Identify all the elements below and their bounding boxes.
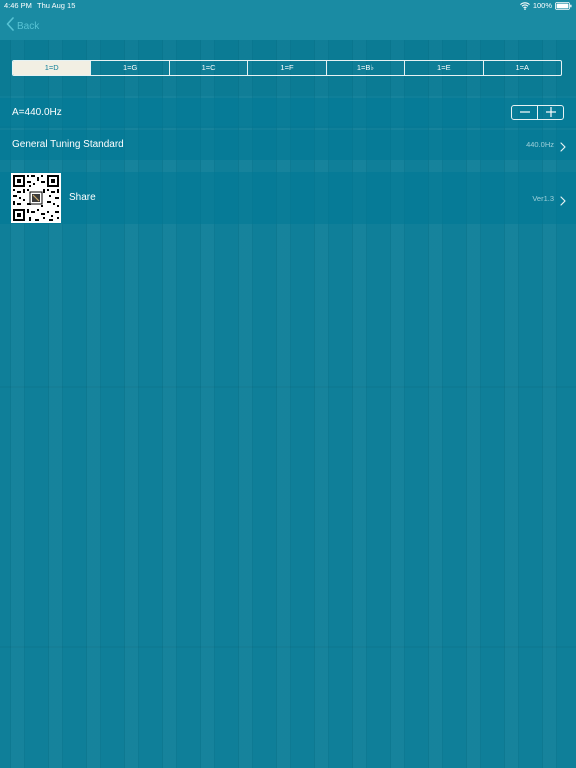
plus-icon: [545, 104, 556, 122]
qr-code-icon: [11, 173, 61, 223]
pitch-stepper: [511, 105, 564, 120]
segment-key-g[interactable]: 1=G: [90, 61, 168, 75]
navigation-bar: Back: [0, 12, 576, 40]
minus-icon: [519, 104, 530, 122]
pitch-row: A=440.0Hz: [0, 98, 576, 128]
share-row[interactable]: Share Ver1.3: [0, 172, 576, 224]
segment-key-a[interactable]: 1=A: [482, 61, 561, 75]
version-label: Ver1.3: [532, 194, 554, 203]
back-label: Back: [17, 20, 40, 32]
segment-key-c[interactable]: 1=C: [168, 61, 247, 75]
wifi-icon: [519, 2, 530, 10]
pitch-label: A=440.0Hz: [12, 107, 62, 118]
segment-key-d[interactable]: 1=D: [13, 61, 91, 75]
key-segmented-control: 1=D 1=G 1=C 1=F 1=B♭ 1=E 1=A: [12, 60, 562, 76]
battery-percent: 100%: [532, 1, 552, 10]
increment-button[interactable]: [537, 106, 563, 119]
chevron-right-icon: [560, 139, 566, 157]
back-button[interactable]: Back: [6, 16, 40, 36]
chevron-right-icon: [560, 193, 566, 211]
tuning-standard-label: General Tuning Standard: [12, 139, 124, 150]
tuning-standard-value: 440.0Hz: [526, 140, 554, 149]
decrement-button[interactable]: [512, 106, 537, 119]
status-date: Thu Aug 15: [37, 1, 76, 10]
chevron-left-icon: [6, 16, 14, 36]
segment-key-b-flat[interactable]: 1=B♭: [325, 61, 404, 75]
segment-key-f[interactable]: 1=F: [247, 61, 325, 75]
status-indicators: 100%: [519, 0, 572, 12]
tuning-standard-row[interactable]: General Tuning Standard 440.0Hz: [0, 130, 576, 160]
share-label: Share: [69, 192, 96, 203]
battery-icon: [555, 2, 572, 10]
status-bar: 4:46 PM Thu Aug 15 100%: [0, 0, 576, 12]
key-selector-area: 1=D 1=G 1=C 1=F 1=B♭ 1=E 1=A: [0, 40, 576, 96]
status-time: 4:46 PM: [4, 1, 32, 10]
segment-key-e[interactable]: 1=E: [404, 61, 482, 75]
